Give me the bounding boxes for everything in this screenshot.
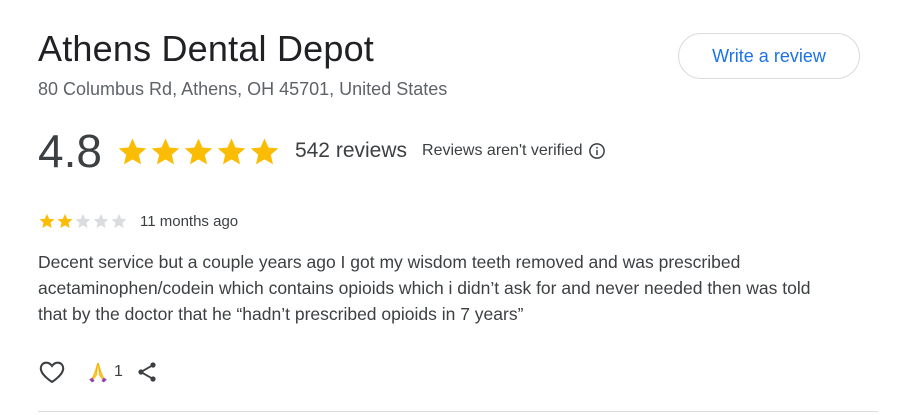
verification-note: Reviews aren't verified: [422, 142, 606, 160]
divider: [38, 411, 878, 412]
review-count: 542 reviews: [294, 139, 408, 162]
reaction-count: 1: [114, 363, 123, 380]
business-header: Athens Dental Depot 80 Columbus Rd, Athe…: [38, 28, 447, 101]
star-icon: [57, 213, 73, 229]
star-icon: [39, 213, 55, 229]
praying-hands-reaction[interactable]: 1: [88, 361, 123, 383]
praying-hands-icon: [89, 363, 107, 383]
star-empty-icon: [75, 213, 91, 229]
average-stars: [116, 135, 281, 168]
star-empty-icon: [111, 213, 127, 229]
star-empty-icon: [93, 213, 109, 229]
review-item: 11 months ago Decent service but a coupl…: [38, 210, 858, 327]
star-icon: [217, 137, 246, 164]
write-review-button[interactable]: Write a review: [678, 33, 860, 79]
review-text: Decent service but a couple years ago I …: [38, 252, 811, 324]
verification-note-text: Reviews aren't verified: [422, 142, 583, 159]
review-time: 11 months ago: [140, 212, 239, 230]
review-meta: 11 months ago: [38, 210, 858, 232]
star-icon: [151, 137, 180, 164]
review-stars: [38, 212, 128, 230]
average-rating: 4.8: [38, 125, 102, 177]
star-icon: [250, 137, 279, 164]
business-address: 80 Columbus Rd, Athens, OH 45701, United…: [38, 79, 448, 99]
rating-summary: 4.8 542 reviews Reviews aren't verified: [38, 126, 606, 176]
heart-icon[interactable]: [38, 358, 66, 386]
review-actions: 1: [38, 356, 159, 388]
star-icon: [184, 137, 213, 164]
business-name: Athens Dental Depot: [38, 28, 375, 69]
star-icon: [118, 137, 147, 164]
share-icon[interactable]: [135, 360, 159, 384]
info-icon[interactable]: [588, 142, 606, 160]
